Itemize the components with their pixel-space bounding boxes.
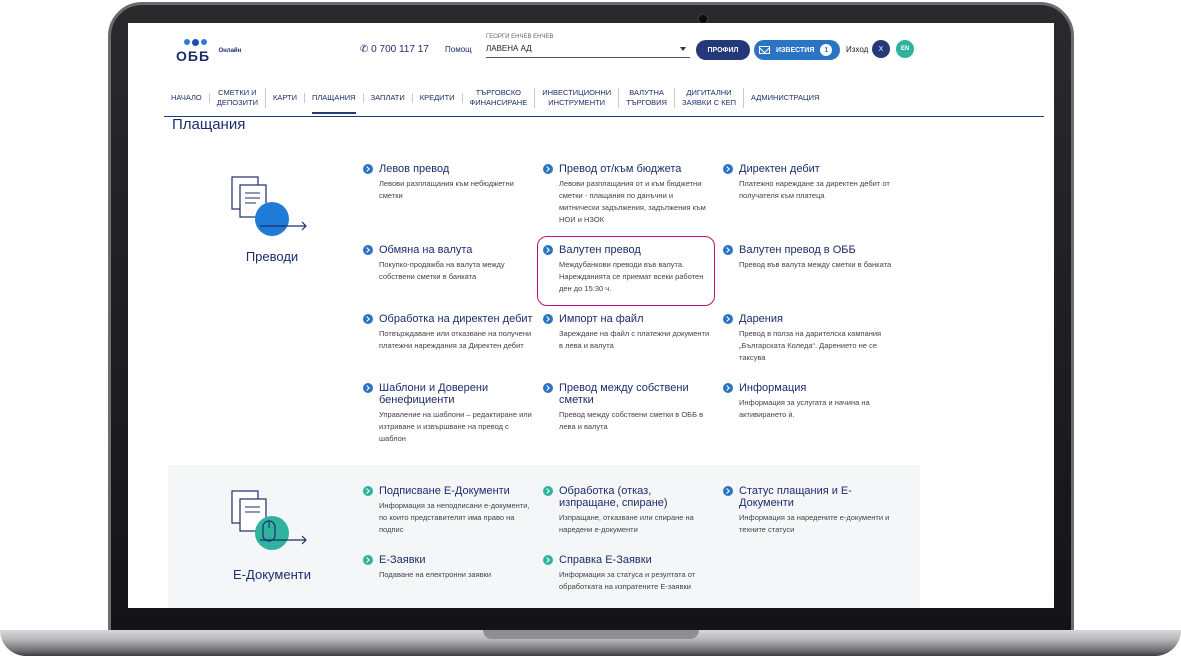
chevron-right-icon xyxy=(543,383,553,393)
phone-icon: ✆ xyxy=(360,44,369,55)
link-currency-exchange[interactable]: Обмяна на валута Покупко-продажба на вал… xyxy=(363,244,533,283)
link-bgn-transfer[interactable]: Левов превод Левови разплащания към небю… xyxy=(363,163,533,202)
chevron-right-icon xyxy=(723,486,733,496)
chevron-right-icon xyxy=(723,314,733,324)
edocs-section: Е-Документи Подписване Е-Документи Инфор… xyxy=(168,465,920,608)
transfers-label: Преводи xyxy=(245,249,299,264)
link-sign-edocs[interactable]: Подписване Е-Документи Информация за неп… xyxy=(363,485,533,536)
link-status-edocs[interactable]: Статус плащания и Е-Документи Информация… xyxy=(723,485,893,536)
nav-trade-finance[interactable]: ТЪРГОВСКО ФИНАНСИРАНЕ xyxy=(463,87,536,108)
nav-fx-trading[interactable]: ВАЛУТНА ТЪРГОВИЯ xyxy=(619,87,675,108)
chevron-right-icon xyxy=(363,314,373,324)
help-link[interactable]: Помощ xyxy=(445,45,472,54)
chevron-right-icon xyxy=(723,245,733,255)
chevron-right-icon xyxy=(543,486,553,496)
highlight-frame xyxy=(537,236,715,306)
news-count-badge: 1 xyxy=(820,44,833,56)
logo-subtitle: Онлайн xyxy=(218,48,242,54)
company-selector[interactable]: ГЕОРГИ ЕНЧЕВ ЕНЧЕВ ЛАВЕНА АД xyxy=(486,34,690,58)
bank-logo[interactable]: ОББ Онлайн xyxy=(176,39,241,66)
logout-link[interactable]: Изход xyxy=(846,45,868,54)
logo-text: ОББ xyxy=(176,48,211,64)
header: ОББ Онлайн ✆ 0 700 117 17 Помощ ГЕОРГИ Е… xyxy=(128,23,1054,75)
phone-text: 0 700 117 17 xyxy=(371,44,429,55)
chevron-right-icon xyxy=(363,245,373,255)
language-button[interactable]: EN xyxy=(896,40,914,58)
nav-cards[interactable]: КАРТИ xyxy=(266,92,305,103)
browser-screen: ОББ Онлайн ✆ 0 700 117 17 Помощ ГЕОРГИ Е… xyxy=(128,23,1054,608)
company-value: ЛАВЕНА АД xyxy=(486,44,532,53)
edocs-label: Е-Документи xyxy=(233,567,311,582)
chevron-right-icon xyxy=(543,164,553,174)
link-own-accounts-transfer[interactable]: Превод между собствени сметки Превод меж… xyxy=(543,382,713,433)
chevron-down-icon xyxy=(680,47,686,51)
chevron-right-icon xyxy=(363,486,373,496)
news-button[interactable]: ИЗВЕСТИЯ 1 xyxy=(754,40,840,60)
chevron-right-icon xyxy=(723,383,733,393)
laptop-notch xyxy=(483,630,699,639)
company-select[interactable]: ЛАВЕНА АД xyxy=(486,42,690,58)
nav-accounts[interactable]: СМЕТКИ И ДЕПОЗИТИ xyxy=(210,87,266,108)
link-information[interactable]: Информация Информация за услугата и начи… xyxy=(723,382,893,421)
nav-payments[interactable]: ПЛАЩАНИЯ xyxy=(305,92,364,114)
nav-investments[interactable]: ИНВЕСТИЦИОННИ ИНСТРУМЕНТИ xyxy=(535,87,620,108)
chevron-right-icon xyxy=(363,555,373,565)
phone-number[interactable]: ✆ 0 700 117 17 xyxy=(360,44,429,55)
link-e-requests[interactable]: Е-Заявки Подаване на електронни заявки xyxy=(363,554,533,581)
chevron-right-icon xyxy=(363,383,373,393)
link-e-requests-report[interactable]: Справка Е-Заявки Информация за статуса и… xyxy=(543,554,713,593)
user-name: ГЕОРГИ ЕНЧЕВ ЕНЧЕВ xyxy=(486,34,554,40)
link-process-direct-debit[interactable]: Обработка на директен дебит Потвърждаван… xyxy=(363,313,533,352)
documents-transfer-icon xyxy=(231,176,307,236)
close-button[interactable]: X xyxy=(872,40,890,58)
laptop-mockup: ОББ Онлайн ✆ 0 700 117 17 Помощ ГЕОРГИ Е… xyxy=(0,0,1181,659)
chevron-right-icon xyxy=(363,164,373,174)
nav-digital-requests[interactable]: ДИГИТАЛНИ ЗАЯВКИ С КЕП xyxy=(675,87,745,108)
documents-mouse-icon xyxy=(231,490,307,550)
logo-dots-icon xyxy=(184,39,241,46)
link-file-import[interactable]: Импорт на файл Зареждане на файл с плате… xyxy=(543,313,713,352)
nav-administration[interactable]: АДМИНИСТРАЦИЯ xyxy=(744,93,826,103)
link-templates[interactable]: Шаблони и Доверени бенефициенти Управлен… xyxy=(363,382,533,445)
link-process-edocs[interactable]: Обработка (отказ, изпращане, спиране) Из… xyxy=(543,485,713,536)
chevron-right-icon xyxy=(723,164,733,174)
link-budget-transfer[interactable]: Превод от/към бюджета Левови разплащания… xyxy=(543,163,713,226)
news-label: ИЗВЕСТИЯ xyxy=(776,46,815,54)
nav-home[interactable]: НАЧАЛО xyxy=(164,92,210,103)
link-fx-transfer-ubb[interactable]: Валутен превод в ОББ Превод във валута м… xyxy=(723,244,893,271)
chevron-right-icon xyxy=(543,555,553,565)
main-nav: НАЧАЛО СМЕТКИ И ДЕПОЗИТИ КАРТИ ПЛАЩАНИЯ З… xyxy=(164,79,1044,117)
profile-button[interactable]: ПРОФИЛ xyxy=(696,40,750,60)
nav-salaries[interactable]: ЗАПЛАТИ xyxy=(364,92,413,103)
link-donations[interactable]: Дарения Превод в полза на дарителска кам… xyxy=(723,313,893,364)
link-direct-debit[interactable]: Директен дебит Платежно нареждане за дир… xyxy=(723,163,893,202)
nav-loans[interactable]: КРЕДИТИ xyxy=(413,92,463,103)
mail-icon xyxy=(759,46,770,54)
chevron-right-icon xyxy=(543,314,553,324)
page-title: Плащания xyxy=(172,116,246,133)
